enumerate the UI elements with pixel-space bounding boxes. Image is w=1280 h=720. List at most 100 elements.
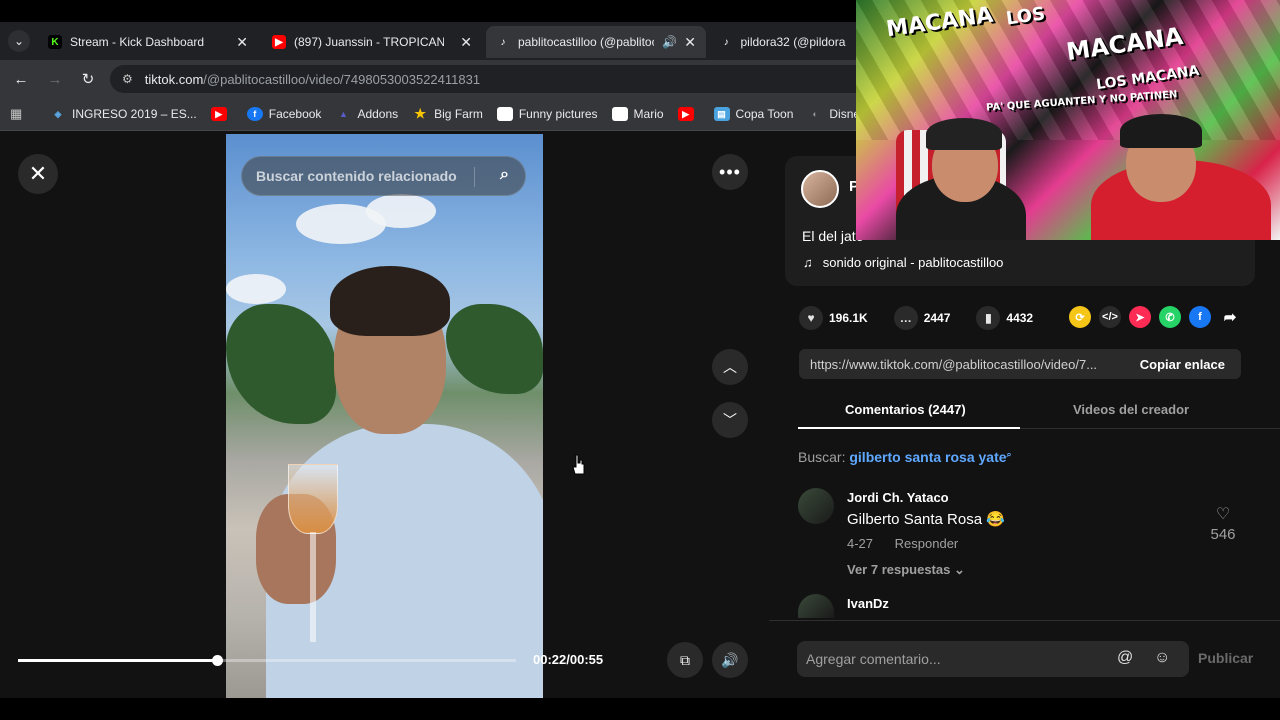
bookmark-icon: ▮ [976, 306, 1001, 330]
copy-link-button[interactable]: Copiar enlace [1140, 357, 1225, 372]
repost-icon[interactable]: ⟳ [1069, 306, 1091, 328]
close-tab-icon[interactable]: ✕ [236, 34, 248, 51]
mention-icon[interactable]: @ [1117, 649, 1133, 667]
cloud-shape [366, 194, 436, 228]
progress-knob[interactable] [212, 655, 224, 666]
reply-button[interactable]: Responder [895, 536, 959, 551]
tab-comments[interactable]: Comentarios (2447) [845, 402, 966, 417]
commenter-avatar[interactable] [798, 594, 834, 618]
comment-input[interactable]: Agregar comentario... @ ☺ [797, 641, 1189, 677]
facebook-icon[interactable]: f [1189, 306, 1211, 328]
embed-icon[interactable]: </> [1099, 306, 1121, 328]
like-count: 196.1K [829, 311, 868, 325]
url-host: tiktok.com [144, 71, 204, 87]
comment-meta: 4-27 Responder [847, 536, 958, 551]
bookmark-mario[interactable]: Mario [611, 107, 664, 121]
related-search-input[interactable]: Buscar contenido relacionado ⌕ [241, 156, 526, 196]
comment-composer: Agregar comentario... @ ☺ Publicar [769, 620, 1280, 698]
close-tab-icon[interactable]: ✕ [460, 34, 472, 51]
kick-icon: K [48, 35, 62, 49]
view-replies-button[interactable]: Ver 7 respuestas ⌄ [847, 562, 965, 578]
next-video-button[interactable]: ﹀ [712, 402, 748, 438]
tiktok-icon: ♪ [500, 36, 506, 48]
bookmark-addons[interactable]: ▲ Addons [335, 107, 398, 121]
save-count: 4432 [1006, 311, 1034, 325]
heart-outline-icon: ♡ [1215, 506, 1231, 523]
tab-creator-videos[interactable]: Videos del creador [1073, 402, 1189, 417]
share-options: ⟳ </> ➤ ✆ f ➦ [1069, 306, 1249, 328]
apps-grid-icon[interactable]: ▦ [10, 106, 26, 122]
bookmark-copatoon[interactable]: ▤ Copa Toon [713, 107, 793, 121]
floating-player-button[interactable]: ⧉ [667, 642, 703, 678]
bookmark-label: Big Farm [434, 107, 483, 121]
tab-search-button[interactable]: ⌄ [8, 30, 30, 52]
cloud-shape [226, 274, 286, 304]
reload-icon[interactable]: ↻ [77, 68, 99, 90]
commenter-name[interactable]: IvanDz [847, 596, 889, 611]
youtube-icon: ▶ [210, 107, 227, 121]
previous-video-button[interactable]: ︿ [712, 349, 748, 385]
bookmark-label: Addons [357, 107, 399, 121]
pip-icon: ⧉ [680, 651, 690, 668]
bookmark-youtube[interactable]: ▶ [210, 107, 233, 121]
bookmark-ingreso[interactable]: ◈ INGRESO 2019 – ES... [50, 107, 197, 121]
bookmark-funny[interactable]: Funny pictures [496, 107, 598, 121]
comment-item: Jordi Ch. Yataco Gilberto Santa Rosa 😂 4… [798, 488, 1258, 578]
tab-kick[interactable]: K Stream - Kick Dashboard ✕ [38, 26, 258, 58]
share-arrow-icon[interactable]: ➦ [1219, 306, 1241, 328]
search-suggestion[interactable]: Buscar: gilberto santa rosa yate⌕ [798, 449, 1012, 465]
video-link-url[interactable]: https://www.tiktok.com/@pablitocastilloo… [810, 357, 1120, 372]
tab-tiktok-active[interactable]: ♪ pablitocastilloo (@pablitoca 🔊 ✕ [486, 26, 706, 58]
back-arrow-icon[interactable]: ← [10, 68, 32, 90]
publish-button[interactable]: Publicar [1198, 650, 1253, 666]
bookmark-label: Mario [633, 107, 664, 121]
close-icon: ✕ [28, 161, 48, 186]
speaker-icon: 🔊 [721, 651, 739, 668]
close-video-button[interactable]: ✕ [18, 154, 58, 194]
url-path: /@pablitocastilloo/video/749805300352241… [203, 71, 481, 87]
youtube-icon: ▶ [272, 35, 286, 49]
bookmark-youtube-2[interactable]: ▶ [677, 107, 700, 121]
whatsapp-icon[interactable]: ✆ [1159, 306, 1181, 328]
like-button[interactable]: ♥ 196.1K [799, 306, 868, 330]
person-hair [330, 266, 450, 336]
save-button[interactable]: ▮ 4432 [976, 306, 1033, 330]
comment-like-button[interactable]: ♡ 546 [1203, 504, 1243, 543]
search-suggestion-query[interactable]: gilberto santa rosa yate [849, 449, 1006, 465]
speaker-icon[interactable]: 🔊 [662, 35, 677, 49]
close-tab-icon[interactable]: ✕ [684, 34, 696, 51]
comment-button[interactable]: … 2447 [893, 306, 950, 330]
send-icon[interactable]: ➤ [1129, 306, 1151, 328]
video-progress-bar[interactable] [18, 655, 516, 666]
comment-text: Gilberto Santa Rosa 😂 [847, 511, 1005, 528]
champagne-glass-stem [310, 532, 316, 642]
addons-icon: ▲ [338, 109, 348, 119]
sound-link[interactable]: ♫ sonido original - pablitocastilloo [803, 255, 1003, 270]
bookmark-facebook[interactable]: f Facebook [246, 107, 322, 121]
search-suggestion-prefix: Buscar: [798, 449, 846, 465]
volume-button[interactable]: 🔊 [712, 642, 748, 678]
commenter-name[interactable]: Jordi Ch. Yataco [847, 490, 949, 505]
tab-tiktok-2[interactable]: ♪ pildora32 (@pildora32 [710, 26, 856, 58]
more-options-button[interactable]: ••• [712, 154, 748, 190]
comment-placeholder: Agregar comentario... [806, 651, 941, 667]
site-info-icon[interactable]: ⚙ [122, 72, 133, 86]
toon-icon: ▤ [713, 107, 730, 121]
facebook-icon: f [246, 107, 263, 121]
video-link-box: https://www.tiktok.com/@pablitocastilloo… [799, 349, 1241, 379]
forward-arrow-icon[interactable]: → [44, 68, 66, 90]
emoji-icon[interactable]: ☺ [1154, 649, 1170, 667]
tab-youtube[interactable]: ▶ (897) Juanssin - TROPICANA (sl ✕ [262, 26, 482, 58]
commenter-avatar[interactable] [798, 488, 834, 524]
person-left-cap [926, 118, 1002, 150]
address-bar[interactable]: ⚙ tiktok.com/@pablitocastilloo/video/749… [110, 65, 870, 93]
author-avatar[interactable] [801, 170, 839, 208]
chevron-up-icon: ︿ [723, 359, 737, 375]
bookmark-bigfarm[interactable]: ★ Big Farm [412, 106, 483, 121]
video-player[interactable] [226, 134, 543, 698]
chevron-down-icon: ⌄ [953, 562, 965, 577]
active-tab-indicator [798, 427, 1020, 429]
search-icon[interactable]: ⌕ [500, 166, 509, 184]
bookmark-label: Facebook [268, 107, 322, 121]
bookmark-label: Funny pictures [518, 107, 598, 121]
